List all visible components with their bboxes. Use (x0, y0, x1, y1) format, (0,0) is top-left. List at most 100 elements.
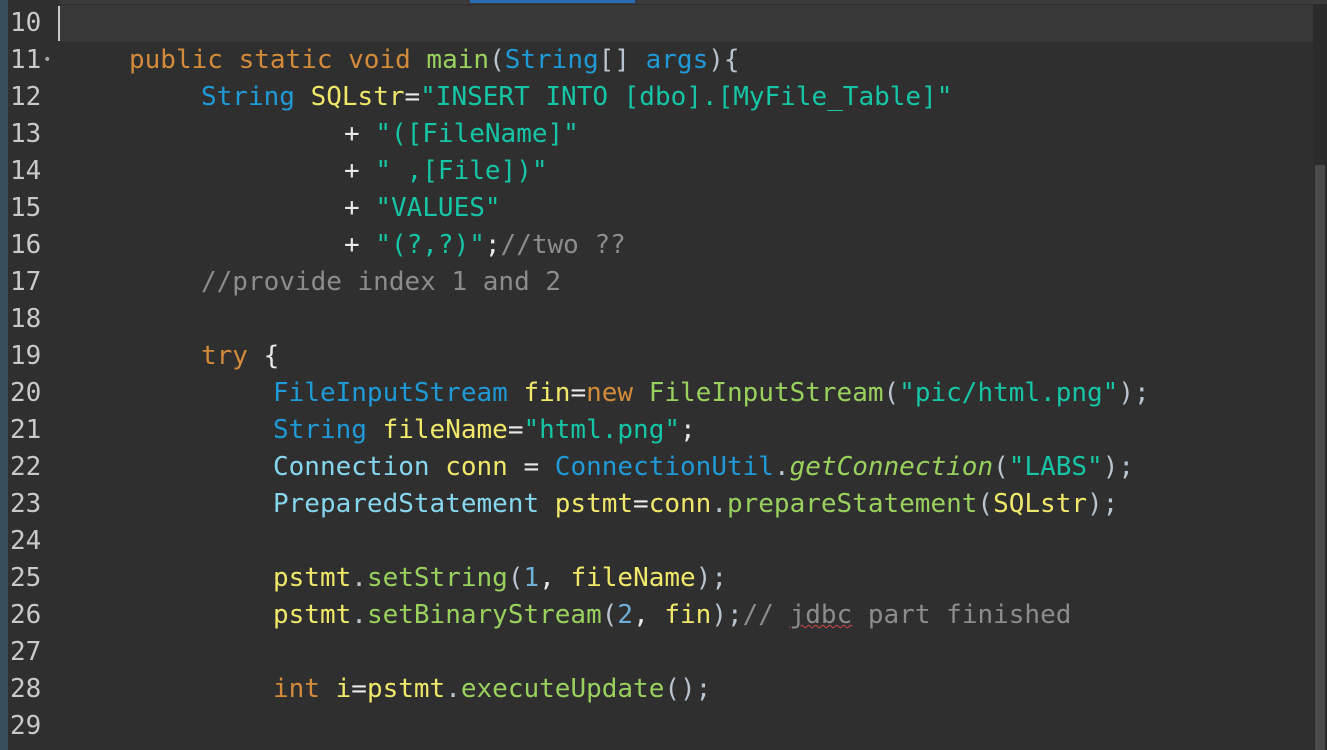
line-number: 14 (10, 156, 42, 186)
line-number: 25 (10, 563, 42, 593)
operator: + (344, 156, 376, 186)
comment: part finished (852, 600, 1072, 630)
variable: SQLstr (294, 82, 405, 112)
type-name: String (504, 45, 599, 75)
line-number: 15 (10, 193, 42, 223)
operator: = (507, 452, 555, 482)
code-line[interactable]: 19 try { (0, 338, 1313, 375)
variable: conn (648, 489, 712, 519)
punctuation: ); (1118, 378, 1150, 408)
spellcheck-word[interactable]: jdbc (790, 600, 853, 630)
text-caret (58, 6, 60, 41)
line-number: 22 (10, 452, 42, 482)
line-number: 19 (10, 341, 42, 371)
code-text: PreparedStatement pstmt=conn.prepareStat… (273, 486, 1118, 523)
code-line[interactable]: 16 + "(?,?)";//two ?? (0, 227, 1313, 264)
variable: fileName (570, 563, 696, 593)
punctuation: ( (507, 563, 524, 593)
punctuation: ( (601, 600, 618, 630)
fold-marker-icon[interactable]: • (43, 42, 51, 79)
punctuation: [] (598, 45, 646, 75)
type-name: Connection (273, 452, 430, 482)
variable: pstmt (539, 489, 634, 519)
keyword: public (129, 45, 223, 75)
code-text: + "([FileName]" (344, 116, 579, 153)
code-line[interactable]: 27 (0, 634, 1313, 671)
string-literal: "([FileName]" (375, 119, 579, 149)
code-line[interactable]: 15 + "VALUES" (0, 190, 1313, 227)
code-text: Connection conn = ConnectionUtil.getConn… (273, 449, 1134, 486)
keyword: void (332, 45, 411, 75)
line-number: 18 (10, 304, 42, 334)
punctuation: ; (680, 415, 696, 445)
line-number: 13 (10, 119, 42, 149)
punctuation: { (247, 341, 280, 371)
line-number: 24 (10, 526, 42, 556)
editor-tab-strip (0, 0, 1327, 4)
code-line[interactable]: 20 FileInputStream fin=new FileInputStre… (0, 375, 1313, 412)
variable: pstmt (366, 674, 446, 704)
punctuation: ( (883, 378, 900, 408)
type-name: PreparedStatement (273, 489, 540, 519)
code-line[interactable]: 22 Connection conn = ConnectionUtil.getC… (0, 449, 1313, 486)
code-line[interactable]: 24 (0, 523, 1313, 560)
line-number: 28 (10, 674, 42, 704)
string-literal: "(?,?)" (375, 230, 485, 260)
code-line[interactable]: 11 • public static void main(String[] ar… (0, 42, 1313, 79)
code-line[interactable]: 29 (0, 708, 1313, 745)
code-line[interactable]: 26 pstmt.setBinaryStream(2, fin);// jdbc… (0, 597, 1313, 634)
operator: = (351, 674, 367, 704)
code-line[interactable]: 14 + " ,[File])" (0, 153, 1313, 190)
operator: + (344, 193, 376, 223)
punctuation: , (633, 600, 665, 630)
punctuation: . (351, 600, 367, 630)
code-line[interactable]: 21 String fileName="html.png"; (0, 412, 1313, 449)
code-line[interactable]: 17 //provide index 1 and 2 (0, 264, 1313, 301)
punctuation: . (773, 452, 790, 482)
keyword: int (273, 674, 320, 704)
line-number: 16 (10, 230, 42, 260)
line-number: 29 (10, 711, 42, 741)
string-literal: "INSERT INTO [dbo].[MyFile_Table]" (420, 82, 953, 112)
scrollbar-thumb[interactable] (1315, 165, 1325, 750)
code-text: int i=pstmt.executeUpdate(); (273, 671, 711, 708)
code-line[interactable]: 13 + "([FileName]" (0, 116, 1313, 153)
variable: fin (507, 378, 571, 408)
code-line[interactable]: 10 (0, 5, 1313, 42)
code-editor[interactable]: 10 11 • public static void main(String[]… (0, 0, 1327, 750)
punctuation: ){ (708, 45, 740, 75)
code-line[interactable]: 18 (0, 301, 1313, 338)
line-number: 12 (10, 82, 42, 112)
variable: fin (664, 600, 712, 630)
number-literal: 1 (523, 563, 540, 593)
parameter: args (645, 45, 709, 75)
punctuation: . (445, 674, 461, 704)
string-literal: "VALUES" (375, 193, 501, 223)
type-name: String (273, 415, 367, 445)
code-text: pstmt.setBinaryStream(2, fin);// jdbc pa… (273, 597, 1071, 634)
variable: pstmt (273, 563, 352, 593)
method-name: prepareStatement (726, 489, 978, 519)
code-line[interactable]: 25 pstmt.setString(1, fileName); (0, 560, 1313, 597)
line-number: 21 (10, 415, 42, 445)
code-text: String SQLstr="INSERT INTO [dbo].[MyFile… (201, 79, 952, 116)
code-text: String fileName="html.png"; (273, 412, 696, 449)
constructor-name: FileInputStream (633, 378, 884, 408)
code-line[interactable]: 12 String SQLstr="INSERT INTO [dbo].[MyF… (0, 79, 1313, 116)
static-method-name: getConnection (789, 452, 994, 482)
operator: = (404, 82, 421, 112)
punctuation: ); (695, 563, 727, 593)
method-name: executeUpdate (460, 674, 665, 704)
code-line[interactable]: 23 PreparedStatement pstmt=conn.prepareS… (0, 486, 1313, 523)
punctuation: ); (1102, 452, 1134, 482)
variable: pstmt (273, 600, 352, 630)
punctuation: (); (664, 674, 712, 704)
line-number: 20 (10, 378, 42, 408)
code-text: public static void main(String[] args){ (129, 42, 740, 79)
string-literal: "LABS" (1008, 452, 1103, 482)
comment: // (742, 600, 790, 630)
punctuation: ); (1087, 489, 1119, 519)
code-line[interactable]: 28 int i=pstmt.executeUpdate(); (0, 671, 1313, 708)
code-text: FileInputStream fin=new FileInputStream(… (273, 375, 1150, 412)
keyword: new (586, 378, 634, 408)
